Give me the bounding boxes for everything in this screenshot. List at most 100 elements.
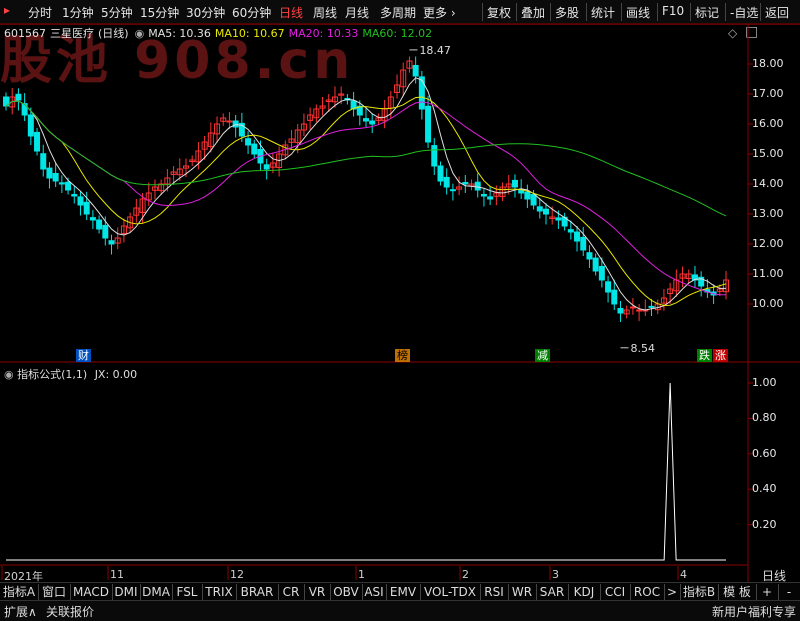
candle-body [232, 120, 239, 128]
high-marker-label: 18.47 [419, 44, 451, 57]
tab-22[interactable]: 模 板 [718, 584, 757, 600]
candle-body [524, 191, 531, 200]
candle-body [83, 201, 90, 215]
candle-body [40, 153, 47, 170]
tab-20[interactable]: > [664, 584, 681, 600]
candle-body [511, 179, 518, 188]
event-flag-3[interactable]: 跌 [697, 349, 712, 362]
price-label-5: 13.00 [752, 207, 784, 220]
tab-8[interactable]: CR [278, 584, 305, 600]
candle-body [425, 105, 432, 143]
tab-7[interactable]: BRAR [236, 584, 279, 600]
ma20-line [5, 100, 726, 296]
tab-4[interactable]: DMA [140, 584, 173, 600]
indicator-label-1: 0.80 [752, 411, 777, 425]
candle-body [629, 306, 636, 309]
candle-body [611, 289, 618, 305]
candle-body [27, 114, 34, 137]
price-label-2: 16.00 [752, 117, 784, 130]
candle-body [480, 194, 487, 197]
indicator-tabs: 指标A 窗口 MACD DMI DMA FSL TRIX BRAR CR VR OBV ASI EMV V… [0, 582, 800, 601]
candle-body [530, 194, 537, 206]
expand-button[interactable]: 扩展∧ [4, 603, 37, 620]
candle-body [102, 224, 109, 239]
candle-body [567, 229, 574, 233]
price-label-4: 14.00 [752, 177, 784, 190]
ma10-line [5, 96, 727, 307]
tab-14[interactable]: RSI [480, 584, 509, 600]
tab-19[interactable]: ROC [630, 584, 665, 600]
candle-body [586, 252, 593, 260]
tab-2[interactable]: MACD [70, 584, 113, 600]
tab-21[interactable]: 指标B [680, 584, 719, 600]
date-label-4: 2 [462, 568, 469, 581]
tab-24[interactable]: - [778, 584, 800, 600]
tab-23[interactable]: + [756, 584, 779, 600]
candle-body [15, 93, 22, 101]
candle-body [617, 308, 624, 314]
candle-body [363, 118, 369, 122]
candle-body [245, 138, 252, 146]
candle-body [636, 309, 643, 312]
price-label-6: 12.00 [752, 237, 784, 250]
tab-5[interactable]: FSL [172, 584, 203, 600]
candle-body [592, 257, 599, 272]
related-quote-button[interactable]: 关联报价 [46, 603, 94, 620]
indicator-label-0: 1.00 [752, 376, 777, 389]
price-label-3: 15.00 [752, 147, 784, 160]
candle-body [474, 181, 481, 191]
tab-10[interactable]: OBV [330, 584, 363, 600]
candle-body [251, 143, 258, 155]
indicator-label-4: 0.20 [752, 517, 777, 531]
price-label-1: 17.00 [752, 87, 784, 100]
candle-body [412, 65, 419, 77]
candle-body [108, 240, 115, 245]
candle-body [648, 305, 655, 308]
candle-body [605, 281, 612, 293]
tab-16[interactable]: SAR [536, 584, 569, 600]
indicator-value: JX: 0.00 [94, 368, 138, 381]
tab-6[interactable]: TRIX [202, 584, 237, 600]
candle-body [77, 196, 84, 206]
tab-18[interactable]: CCI [600, 584, 631, 600]
candle-body [369, 120, 376, 125]
tab-17[interactable]: KDJ [568, 584, 601, 600]
tab-9[interactable]: VR [304, 584, 331, 600]
indicator-title: 指标公式(1,1) [17, 368, 88, 381]
tab-3[interactable]: DMI [112, 584, 141, 600]
date-label-3: 1 [358, 568, 365, 581]
candle-body [443, 176, 450, 188]
event-flag-2[interactable]: 减 [535, 349, 550, 362]
event-flag-1[interactable]: 榜 [395, 349, 410, 362]
candle-body [65, 181, 72, 191]
candle-body [431, 145, 438, 167]
candle-body [598, 266, 605, 281]
jx-indicator-line [6, 382, 726, 561]
date-axis: 2021年 11 12 1 2 3 4 [0, 568, 750, 583]
tab-12[interactable]: EMV [386, 584, 421, 600]
tab-15[interactable]: WR [508, 584, 537, 600]
event-flag-4[interactable]: 涨 [713, 349, 728, 362]
promo-link[interactable]: 新用户福利专享 [712, 603, 796, 620]
indicator-label-2: 0.60 [752, 446, 777, 460]
tab-1[interactable]: 窗口 [38, 584, 71, 600]
tab-13[interactable]: VOL-TDX [420, 584, 481, 600]
candle-body [462, 182, 469, 185]
date-label-6: 4 [680, 568, 687, 581]
price-label-8: 10.00 [752, 297, 784, 310]
candle-body [34, 131, 41, 152]
candle-body [46, 167, 53, 179]
candle-body [418, 76, 425, 110]
candle-body [96, 219, 103, 230]
low-marker-label: 8.54 [630, 342, 655, 355]
candle-body [89, 217, 96, 221]
candle-body [487, 196, 494, 200]
candle-body [574, 231, 581, 242]
candle-body [71, 194, 78, 197]
expand-icon[interactable]: ◉ [4, 368, 14, 381]
indicator-header: ◉ 指标公式(1,1) JX: 0.00 [4, 366, 137, 382]
status-bar: 扩展∧ 关联报价 新用户福利专享 [0, 600, 800, 621]
tab-11[interactable]: ASI [362, 584, 387, 600]
event-flag-0[interactable]: 财 [76, 349, 91, 362]
tab-0[interactable]: 指标A [0, 584, 39, 600]
